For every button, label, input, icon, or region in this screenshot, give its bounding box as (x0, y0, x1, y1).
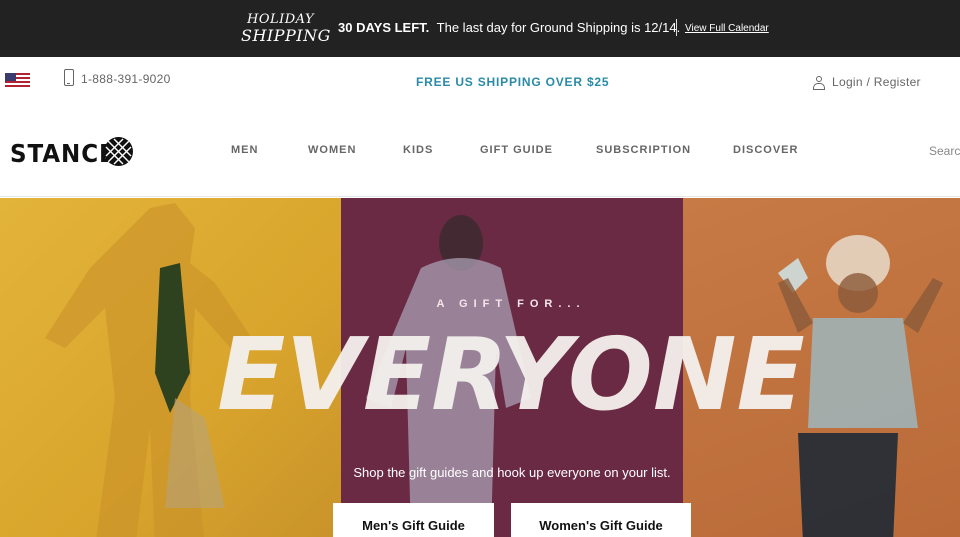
utility-bar: 1-888-391-9020 FREE US SHIPPING OVER $25… (0, 57, 960, 107)
brand-logo-text[interactable]: STANCE (10, 139, 116, 168)
hero-headline: EVERYONE (217, 316, 805, 433)
holiday-shipping-logo: HOLIDAY SHIPPING (241, 12, 330, 46)
nav-women[interactable]: WOMEN (308, 144, 356, 156)
user-icon (813, 76, 825, 90)
hero-subhead: Shop the gift guides and hook up everyon… (353, 465, 671, 480)
nav-men[interactable]: MEN (231, 144, 258, 156)
promo-bar: HOLIDAY SHIPPING 30 DAYS LEFT. The last … (0, 0, 960, 57)
promo-detail: The last day for Ground Shipping is 12/1… (436, 20, 681, 35)
view-calendar-link[interactable]: View Full Calendar (685, 23, 769, 34)
search-input[interactable]: Search (929, 144, 960, 158)
nav-kids[interactable]: KIDS (403, 144, 433, 156)
phone-icon (64, 69, 74, 86)
nav-discover[interactable]: DISCOVER (733, 144, 798, 156)
us-flag-icon[interactable] (5, 73, 30, 87)
brand-mark-icon[interactable] (104, 137, 133, 166)
mens-gift-guide-button[interactable]: Men's Gift Guide (333, 503, 494, 537)
logo-line-2: SHIPPING (241, 26, 331, 45)
phone-number[interactable]: 1-888-391-9020 (81, 72, 171, 86)
nav-subscription[interactable]: SUBSCRIPTION (596, 144, 691, 156)
main-navigation: STANCE MEN WOMEN KIDS GIFT GUIDE SUBSCRI… (0, 107, 960, 197)
womens-gift-guide-button[interactable]: Women's Gift Guide (511, 503, 691, 537)
hero-eyebrow: A GIFT FOR... (436, 298, 586, 310)
free-shipping-banner[interactable]: FREE US SHIPPING OVER $25 (416, 75, 609, 89)
login-register-link[interactable]: Login / Register (832, 75, 921, 89)
promo-highlight: 30 DAYS LEFT. (338, 20, 430, 35)
logo-line-1: HOLIDAY (247, 12, 315, 27)
promo-divider (676, 19, 677, 36)
nav-gift-guide[interactable]: GIFT GUIDE (480, 144, 553, 156)
hero-banner[interactable]: A GIFT FOR... EVERYONE Shop the gift gui… (0, 198, 960, 537)
promo-message: 30 DAYS LEFT. The last day for Ground Sh… (338, 20, 680, 35)
